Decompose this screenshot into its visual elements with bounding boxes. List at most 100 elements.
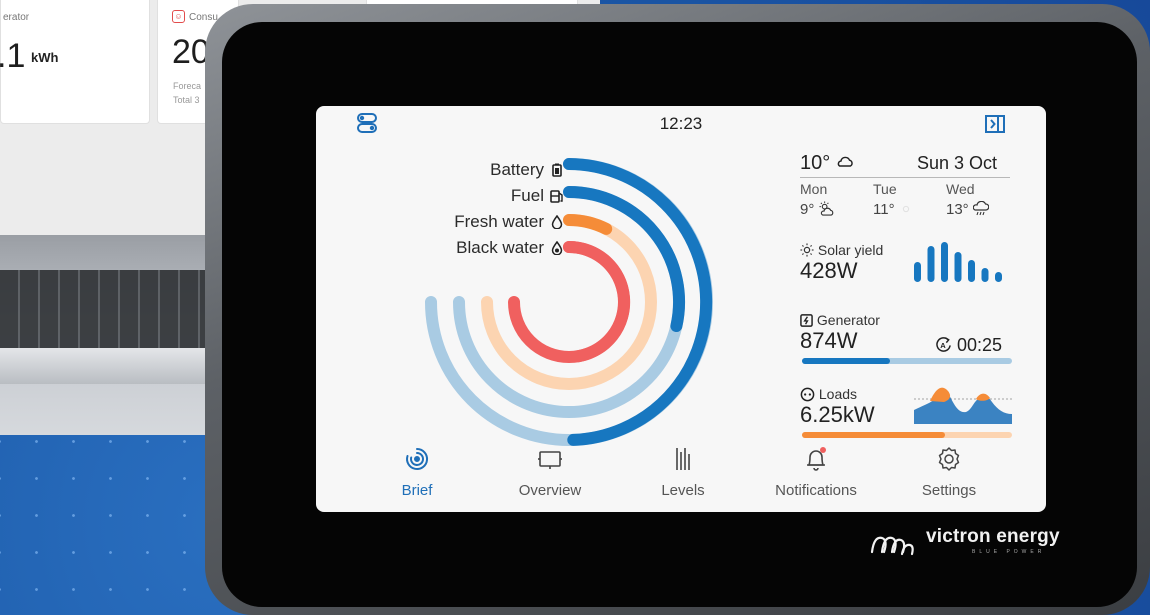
nav-notifications[interactable]: Notifications xyxy=(751,446,881,499)
loads-value-row: 6.25kW xyxy=(800,402,875,428)
device-screen: 12:23 Battery Fuel Fresh water Black wat… xyxy=(316,106,1046,512)
nav-label: Settings xyxy=(921,482,977,499)
solar-history-bar xyxy=(941,242,948,282)
current-temperature: 10° xyxy=(800,152,831,174)
level-ring-fill xyxy=(563,240,631,363)
generator-runtime: 00:25 xyxy=(957,335,1003,355)
battery-icon xyxy=(552,163,562,177)
nav-label: Notifications xyxy=(775,482,857,499)
generator-title: Generator xyxy=(816,312,880,328)
solar-unit: W xyxy=(836,258,858,283)
generator-value-row: 874W xyxy=(800,328,880,354)
forecast-mon: 9° xyxy=(800,201,834,218)
loads-title: Loads xyxy=(818,386,858,402)
loads-unit: kW xyxy=(842,402,875,427)
nav-levels[interactable]: Levels xyxy=(618,446,748,499)
loads-sparkline xyxy=(914,387,1012,424)
loads-bar-fill xyxy=(802,432,945,438)
loads-bar-track xyxy=(802,432,1012,438)
solar-history-bar xyxy=(927,246,935,282)
level-label-text: Fresh water xyxy=(454,212,544,231)
nav-label: Brief xyxy=(401,482,433,499)
generator-bar-track xyxy=(802,358,1012,364)
level-labels: Battery Fuel Fresh water Black water xyxy=(416,160,564,280)
background-keyboard xyxy=(0,270,225,350)
brand-name: victron energy xyxy=(926,526,1060,547)
cloud-icon xyxy=(837,156,853,167)
nav-brief[interactable]: Brief xyxy=(352,446,482,499)
forecast-temp: 11° xyxy=(873,201,895,218)
background-card-line: Foreca xyxy=(173,81,202,91)
forecast-temp: 9° xyxy=(800,201,815,218)
consumption-icon: ☺ xyxy=(172,10,185,23)
solar-title-row: Solar yield xyxy=(800,242,883,258)
background-card-unit: kWh xyxy=(31,50,59,65)
level-ring-fill xyxy=(563,213,613,235)
level-label-fresh-water[interactable]: Fresh water xyxy=(454,212,564,232)
solar-history-bar xyxy=(995,272,1002,282)
level-label-fuel[interactable]: Fuel xyxy=(511,186,564,206)
partly-sunny-icon xyxy=(818,201,833,216)
level-ring-fill xyxy=(563,158,713,446)
generator-title-row: Generator xyxy=(800,312,880,328)
nav-settings[interactable]: Settings xyxy=(884,446,1014,499)
loads-icon xyxy=(800,387,815,402)
generator-bar-fill xyxy=(802,358,891,364)
background-card-value: .1 xyxy=(0,37,26,75)
settings-icon xyxy=(938,447,960,471)
forecast-tue: 11° xyxy=(873,201,913,218)
auto-start-icon: A xyxy=(936,337,951,352)
level-label-black-water[interactable]: Black water xyxy=(456,238,564,258)
background-card-line: Total 3 xyxy=(173,95,200,105)
loads-value: 6.25 xyxy=(800,402,843,427)
background-card-label: erator xyxy=(3,12,30,23)
level-label-battery[interactable]: Battery xyxy=(490,160,564,180)
water-drop-icon xyxy=(551,215,563,229)
level-label-text: Black water xyxy=(456,238,544,257)
weather-current: 10° xyxy=(800,152,854,175)
generator-tile[interactable]: Generator 874W xyxy=(800,312,880,354)
forecast-temp: 13° xyxy=(946,201,969,218)
sun-icon xyxy=(902,205,909,213)
solar-history-bar xyxy=(968,260,975,282)
solar-yield-tile[interactable]: Solar yield 428W xyxy=(800,242,883,284)
black-water-icon xyxy=(551,241,563,255)
solar-value: 428 xyxy=(800,258,837,283)
weather-divider xyxy=(800,177,1010,178)
generator-icon xyxy=(800,314,813,327)
solar-title: Solar yield xyxy=(817,242,884,258)
overview-icon xyxy=(538,451,562,469)
loads-tile[interactable]: Loads 6.25kW xyxy=(800,386,875,428)
weather-date: Sun 3 Oct xyxy=(917,153,998,173)
notifications-icon xyxy=(807,447,826,471)
level-label-text: Fuel xyxy=(510,186,544,205)
generator-value: 874 xyxy=(800,328,837,353)
nav-overview[interactable]: Overview xyxy=(485,446,615,499)
nav-label: Levels xyxy=(661,482,705,499)
generator-runtime-row: A 00:25 xyxy=(935,335,1002,356)
forecast-day: Tue xyxy=(873,181,897,197)
loads-title-row: Loads xyxy=(800,386,875,402)
background-card-label: Consu xyxy=(189,12,218,23)
generator-unit: W xyxy=(836,328,858,353)
forecast-day: Wed xyxy=(946,181,975,197)
forecast-day: Mon xyxy=(800,181,828,197)
brief-icon xyxy=(406,447,429,470)
solar-history-bar xyxy=(954,252,962,282)
background-laptop-edge xyxy=(0,348,225,384)
brand-tagline: BLUE POWER xyxy=(972,549,1046,555)
svg-text:A: A xyxy=(940,341,946,350)
solar-history-bar xyxy=(981,268,989,282)
nav-label: Overview xyxy=(518,482,582,499)
background-card-generator: erator .1 kWh xyxy=(0,0,150,124)
solar-history-bars xyxy=(914,242,1002,282)
solar-value-row: 428W xyxy=(800,258,883,284)
solar-history-bar xyxy=(914,262,921,282)
sun-icon xyxy=(800,243,814,257)
rain-icon xyxy=(972,200,990,216)
level-label-text: Battery xyxy=(490,160,544,179)
levels-icon xyxy=(676,448,690,470)
forecast-wed: 13° xyxy=(946,200,990,218)
fuel-icon xyxy=(550,190,563,203)
victron-logo-icon xyxy=(870,536,914,556)
